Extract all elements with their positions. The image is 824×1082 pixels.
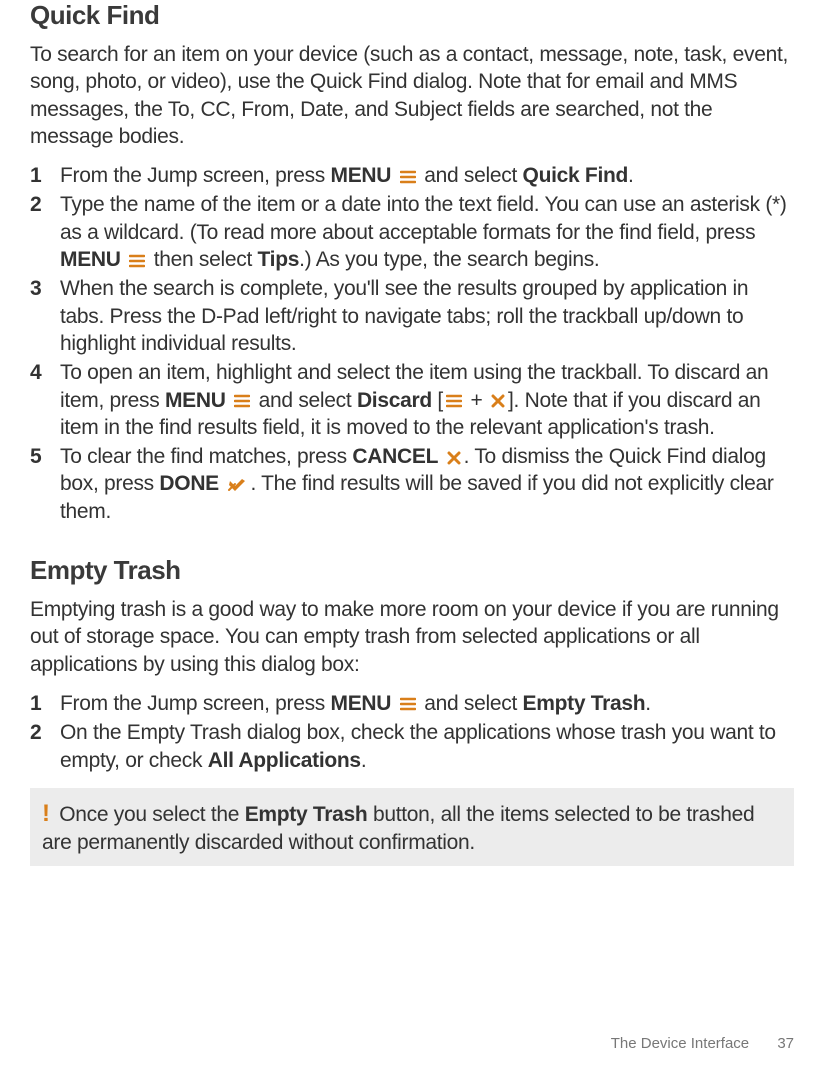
text: and select xyxy=(253,389,357,412)
step-4: To open an item, highlight and select th… xyxy=(30,359,794,441)
page-number: 37 xyxy=(777,1035,794,1052)
quick-find-intro: To search for an item on your device (su… xyxy=(30,41,794,150)
step-1: From the Jump screen, press MENU and sel… xyxy=(30,162,794,189)
menu-icon xyxy=(129,254,145,268)
menu-icon xyxy=(234,394,250,408)
text: + xyxy=(465,389,488,412)
text: From the Jump screen, press xyxy=(60,164,331,187)
menu-label: MENU xyxy=(165,389,226,412)
text: To clear the find matches, press xyxy=(60,445,352,468)
text: Once you select the xyxy=(54,803,245,826)
empty-trash-button-label: Empty Trash xyxy=(245,803,368,826)
text: and select xyxy=(419,164,523,187)
empty-trash-intro: Emptying trash is a good way to make mor… xyxy=(30,596,794,678)
empty-trash-label: Empty Trash xyxy=(523,692,646,715)
text: and select xyxy=(419,692,523,715)
step-5: To clear the find matches, press CANCEL … xyxy=(30,443,794,525)
step-2: Type the name of the item or a date into… xyxy=(30,191,794,273)
page-footer: The Device Interface 37 xyxy=(611,1035,794,1052)
text: . xyxy=(361,749,367,772)
menu-label: MENU xyxy=(331,692,392,715)
all-applications-label: All Applications xyxy=(208,749,361,772)
discard-label: Discard xyxy=(357,389,432,412)
menu-label: MENU xyxy=(60,248,121,271)
chapter-name: The Device Interface xyxy=(611,1035,749,1052)
text: Type the name of the item or a date into… xyxy=(60,193,787,243)
menu-icon xyxy=(446,394,462,408)
quick-find-label: Quick Find xyxy=(523,164,629,187)
text: . xyxy=(645,692,651,715)
tips-label: Tips xyxy=(258,248,300,271)
done-label: DONE xyxy=(159,472,218,495)
cancel-icon xyxy=(491,394,505,408)
cancel-icon xyxy=(447,451,461,465)
heading-quick-find: Quick Find xyxy=(30,0,794,31)
empty-trash-steps: From the Jump screen, press MENU and sel… xyxy=(30,690,794,774)
warning-box: ! Once you select the Empty Trash button… xyxy=(30,788,794,866)
step-1: From the Jump screen, press MENU and sel… xyxy=(30,690,794,717)
menu-icon xyxy=(400,170,416,184)
menu-icon xyxy=(400,697,416,711)
text: On the Empty Trash dialog box, check the… xyxy=(60,721,776,771)
step-3: When the search is complete, you'll see … xyxy=(30,275,794,357)
text: . xyxy=(628,164,634,187)
text: .) As you type, the search begins. xyxy=(299,248,599,271)
text: From the Jump screen, press xyxy=(60,692,331,715)
text: [ xyxy=(432,389,443,412)
done-icon xyxy=(227,478,247,492)
heading-empty-trash: Empty Trash xyxy=(30,555,794,586)
menu-label: MENU xyxy=(331,164,392,187)
text: then select xyxy=(148,248,257,271)
exclaim-icon: ! xyxy=(42,800,50,827)
step-2: On the Empty Trash dialog box, check the… xyxy=(30,719,794,774)
cancel-label: CANCEL xyxy=(352,445,438,468)
quick-find-steps: From the Jump screen, press MENU and sel… xyxy=(30,162,794,525)
